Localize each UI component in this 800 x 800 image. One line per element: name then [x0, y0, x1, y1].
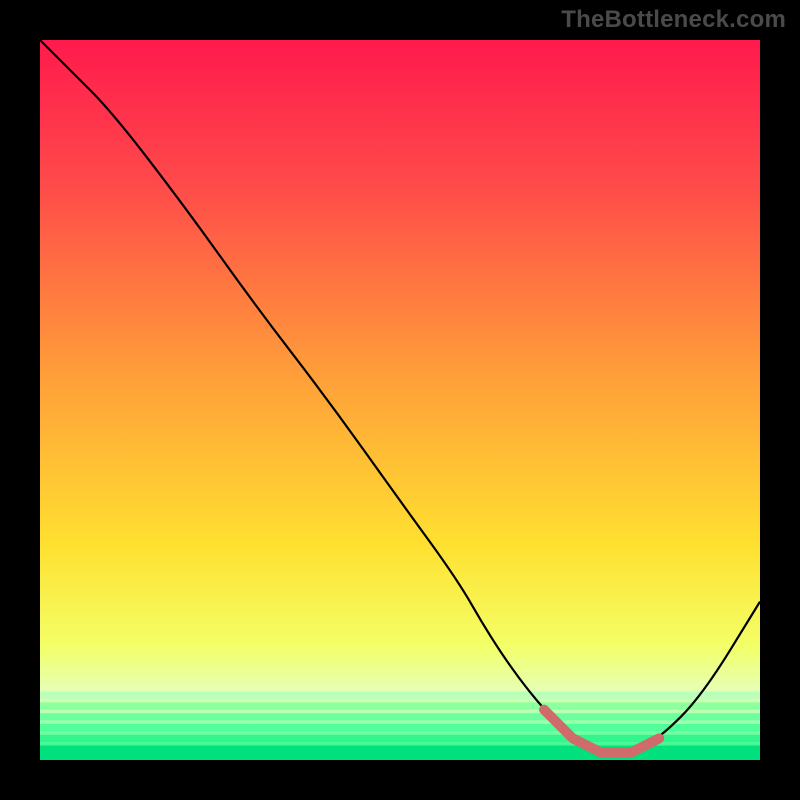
chart-svg [40, 40, 760, 760]
green-band [40, 724, 760, 731]
chart-frame: TheBottleneck.com [0, 0, 800, 800]
green-band [40, 702, 760, 709]
green-band [40, 692, 760, 699]
plot-area [40, 40, 760, 760]
green-band [40, 746, 760, 760]
gradient-background [40, 40, 760, 760]
green-band [40, 713, 760, 720]
watermark-text: TheBottleneck.com [561, 6, 786, 34]
